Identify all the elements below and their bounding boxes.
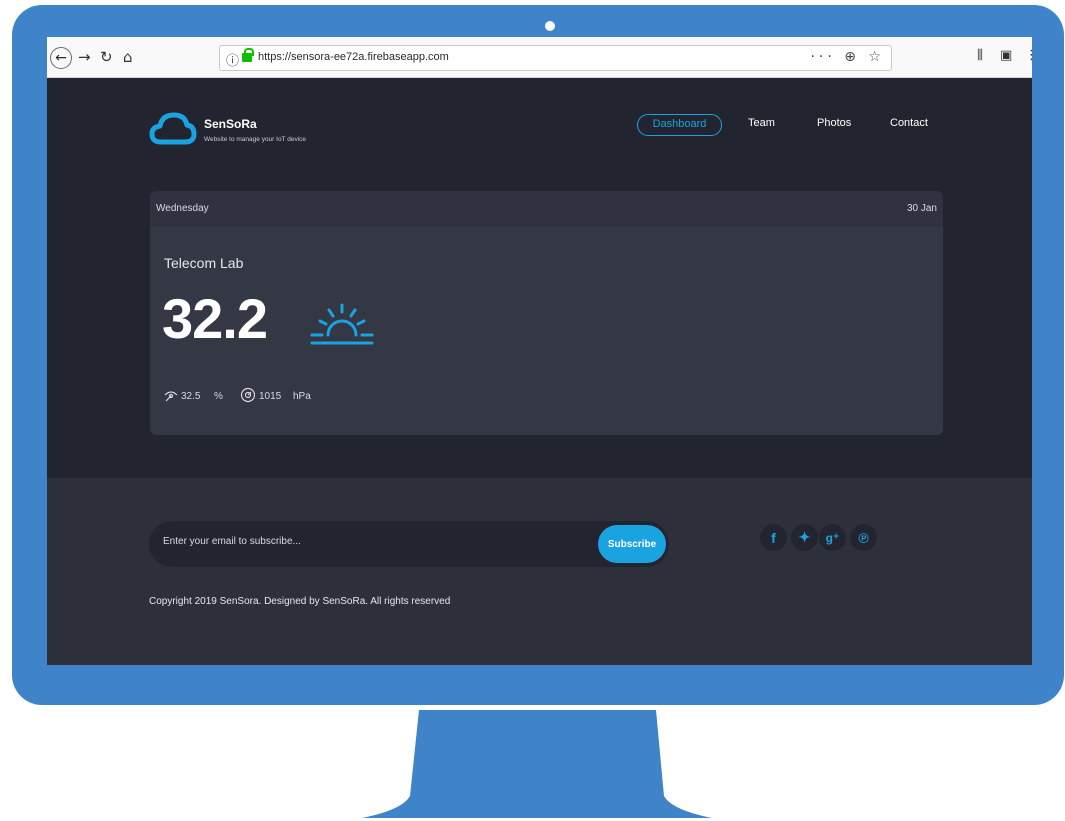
forward-button[interactable]: → [78,48,91,66]
sidebar-icon[interactable]: ▣ [1000,48,1012,63]
twitter-icon[interactable]: ✦ [791,524,818,551]
nav-contact[interactable]: Contact [890,117,928,129]
cloud-logo-icon [149,112,197,145]
humidity-icon [164,391,178,402]
lock-icon [242,48,254,62]
browser-toolbar: ← → ↻ ⌂ ⓘ https://sensora-ee72a.firebase… [47,37,1032,78]
weather-card-header: Wednesday 30 Jan [150,191,943,227]
page-actions-icons[interactable]: ··· ⊕ ☆ [810,49,885,65]
copyright-text: Copyright 2019 SenSora. Designed by SenS… [149,596,451,607]
screen: ← → ↻ ⌂ ⓘ https://sensora-ee72a.firebase… [47,37,1032,665]
facebook-icon[interactable]: f [760,524,787,551]
brand-tagline: Website to manage your IoT device [204,136,307,143]
pressure-unit: hPa [293,391,311,402]
subscribe-button[interactable]: Subscribe [598,525,666,563]
nav-team[interactable]: Team [748,117,775,129]
temperature-value: 32.2 [162,287,268,350]
nav-dashboard[interactable]: Dashboard [637,114,722,136]
url-text[interactable]: https://sensora-ee72a.firebaseapp.com [258,51,449,63]
nav-photos[interactable]: Photos [817,117,851,129]
sunrise-icon [310,303,374,345]
google-plus-icon[interactable]: g⁺ [819,524,846,551]
address-bar[interactable]: ⓘ https://sensora-ee72a.firebaseapp.com … [219,45,892,71]
footer [47,478,1032,665]
brand-name[interactable]: SenSoRa [204,117,257,131]
back-button[interactable]: ← [50,47,72,69]
pinterest-icon[interactable]: ℗ [850,524,877,551]
library-icon[interactable]: ⫼ [977,48,983,63]
email-input[interactable] [163,536,583,547]
home-button[interactable]: ⌂ [123,48,133,66]
reload-button[interactable]: ↻ [100,48,113,66]
weather-card: Wednesday 30 Jan Telecom Lab 32.2 32.5 %… [150,191,943,435]
menu-icon[interactable]: ⋮ [1025,48,1032,63]
weather-location: Telecom Lab [164,255,244,271]
humidity-value: 32.5 [181,391,201,402]
pressure-value: 1015 [259,391,282,402]
pressure-gauge-icon [240,387,256,403]
info-icon[interactable]: ⓘ [226,50,239,69]
subscribe-form: Subscribe [149,521,669,567]
weather-date: 30 Jan [906,203,937,214]
humidity-unit: % [214,391,223,402]
weather-day: Wednesday [156,203,209,214]
